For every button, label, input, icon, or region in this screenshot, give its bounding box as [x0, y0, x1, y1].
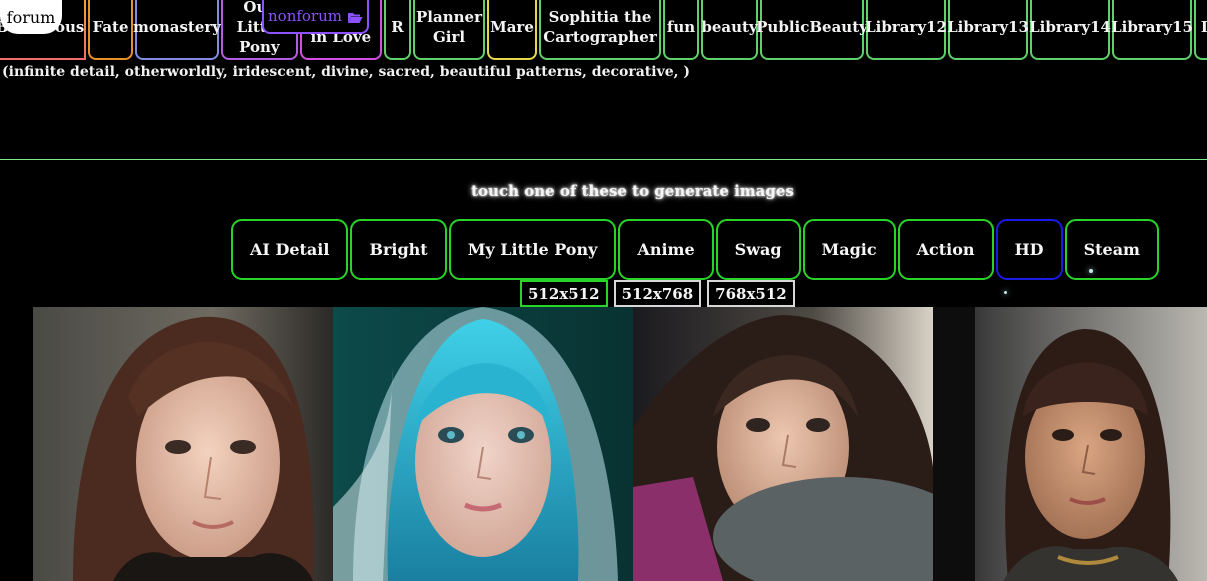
tab-fate[interactable]: Fate — [88, 0, 133, 60]
style-button-steam[interactable]: Steam — [1064, 219, 1159, 280]
style-button-ai-detail[interactable]: AI Detail — [231, 219, 349, 280]
tab-library14[interactable]: Library14 — [1029, 0, 1111, 60]
page: BeauteousFatemonasteryOur Little PonyBea… — [0, 0, 1207, 581]
style-button-hd[interactable]: HD — [995, 219, 1063, 280]
style-buttons: AI Detail Bright My Little Pony Anime Swag Ma… — [231, 219, 1159, 280]
folder-open-icon — [347, 10, 363, 23]
forum-label: forum — [6, 7, 56, 27]
tab-library12[interactable]: Library12 — [865, 0, 947, 60]
size-button-512x768[interactable]: 512x768 — [613, 280, 702, 307]
tab-library13[interactable]: Library13 — [947, 0, 1029, 60]
style-button-action[interactable]: Action — [897, 219, 994, 280]
nonforum-button[interactable]: nonforum — [262, 0, 369, 34]
tab-mare[interactable]: Mare — [487, 0, 537, 60]
gallery-image[interactable] — [33, 307, 333, 581]
tab-strip: BeauteousFatemonasteryOur Little PonyBea… — [0, 0, 1207, 60]
tab-sophitia-the-cartographer[interactable]: Sophitia the Cartographer — [539, 0, 661, 60]
forum-button[interactable]: forum — [0, 0, 62, 34]
sparkle-dot — [1004, 291, 1007, 294]
style-button-magic[interactable]: Magic — [802, 219, 896, 280]
style-button-my-little-pony[interactable]: My Little Pony — [448, 219, 617, 280]
nonforum-label: nonforum — [268, 7, 342, 25]
tab-planner-girl[interactable]: Planner Girl — [413, 0, 485, 60]
sparkle-dot — [1089, 269, 1093, 273]
gallery-image[interactable] — [933, 307, 1207, 581]
tab-monastery[interactable]: monastery — [133, 0, 221, 60]
tab-r[interactable]: R — [384, 0, 411, 60]
gallery-image[interactable] — [333, 307, 633, 581]
tab-beauty[interactable]: beauty — [701, 0, 758, 60]
size-button-512x512[interactable]: 512x512 — [520, 280, 608, 307]
gallery-image[interactable] — [633, 307, 933, 581]
tab-publicbeauty[interactable]: PublicBeauty — [756, 0, 868, 60]
size-buttons: 512x512 512x768 768x512 — [520, 280, 795, 307]
divider — [0, 159, 1207, 160]
style-button-bright[interactable]: Bright — [350, 219, 447, 280]
tab-library15[interactable]: Library15 — [1111, 0, 1193, 60]
instruction-text: touch one of these to generate images — [471, 182, 794, 200]
tab-fun[interactable]: fun — [663, 0, 699, 60]
tab-li[interactable]: Li — [1194, 0, 1207, 60]
image-gallery — [33, 307, 1207, 581]
style-button-swag[interactable]: Swag — [715, 219, 801, 280]
prompt-text: (infinite detail, otherworldly, iridesce… — [2, 64, 690, 80]
size-button-768x512[interactable]: 768x512 — [707, 280, 795, 307]
style-button-anime[interactable]: Anime — [618, 219, 714, 280]
